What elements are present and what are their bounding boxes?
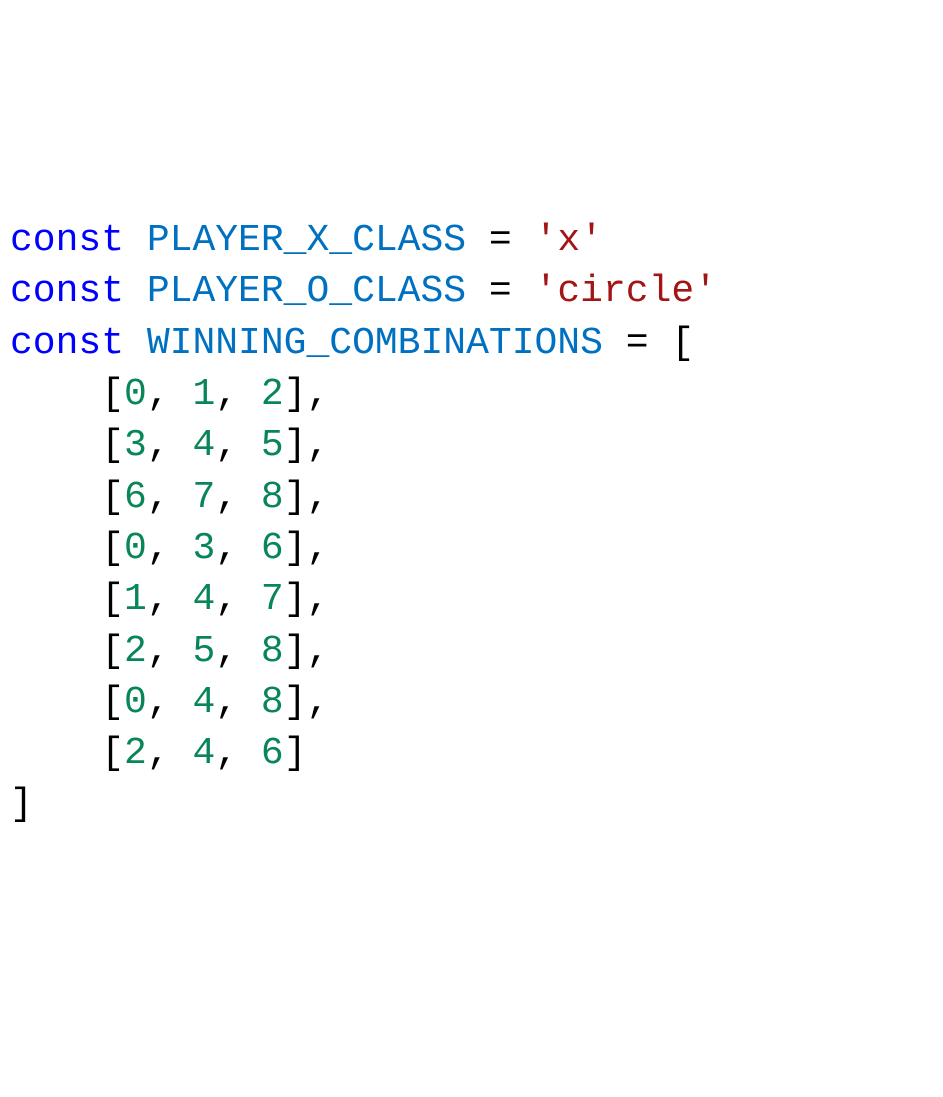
indent: [10, 424, 101, 467]
open-bracket: [: [101, 681, 124, 724]
close-bracket: ]: [284, 373, 307, 416]
comma: ,: [215, 578, 261, 621]
number-literal: 2: [124, 732, 147, 775]
open-bracket: [: [101, 476, 124, 519]
code-line-3: const WINNING_COMBINATIONS = [: [10, 322, 694, 365]
trailing-comma: ,: [307, 681, 330, 724]
array-lines-container: [0, 1, 2], [3, 4, 5], [6, 7, 8], [0, 3, …: [10, 373, 329, 775]
comma: ,: [215, 681, 261, 724]
array-line: [0, 3, 6],: [10, 527, 329, 570]
number-literal: 8: [261, 630, 284, 673]
code-line-2: const PLAYER_O_CLASS = 'circle': [10, 270, 717, 313]
number-literal: 7: [192, 476, 215, 519]
close-bracket: ]: [284, 424, 307, 467]
array-line: [2, 5, 8],: [10, 630, 329, 673]
array-line: [6, 7, 8],: [10, 476, 329, 519]
code-block: const PLAYER_X_CLASS = 'x' const PLAYER_…: [10, 215, 933, 831]
number-literal: 3: [124, 424, 147, 467]
close-bracket: ]: [284, 732, 307, 775]
comma: ,: [215, 732, 261, 775]
close-bracket: ]: [284, 527, 307, 570]
indent: [10, 476, 101, 519]
keyword-const: const: [10, 322, 124, 365]
number-literal: 4: [192, 732, 215, 775]
indent: [10, 578, 101, 621]
keyword-const: const: [10, 219, 124, 262]
indent: [10, 732, 101, 775]
number-literal: 6: [261, 732, 284, 775]
var-winning-combinations: WINNING_COMBINATIONS: [147, 322, 603, 365]
var-player-o-class: PLAYER_O_CLASS: [147, 270, 466, 313]
string-circle: 'circle': [535, 270, 717, 313]
number-literal: 2: [261, 373, 284, 416]
array-line: [2, 4, 6]: [10, 732, 307, 775]
number-literal: 1: [192, 373, 215, 416]
number-literal: 5: [261, 424, 284, 467]
equals-sign: =: [626, 322, 649, 365]
string-x: 'x': [535, 219, 603, 262]
close-bracket: ]: [284, 630, 307, 673]
comma: ,: [147, 732, 193, 775]
close-bracket: ]: [284, 578, 307, 621]
comma: ,: [215, 373, 261, 416]
code-line-1: const PLAYER_X_CLASS = 'x': [10, 219, 603, 262]
code-line-end: ]: [10, 783, 33, 826]
comma: ,: [215, 476, 261, 519]
number-literal: 6: [124, 476, 147, 519]
indent: [10, 681, 101, 724]
indent: [10, 527, 101, 570]
open-bracket: [: [101, 373, 124, 416]
number-literal: 0: [124, 527, 147, 570]
array-line: [0, 1, 2],: [10, 373, 329, 416]
trailing-comma: ,: [307, 578, 330, 621]
trailing-comma: ,: [307, 527, 330, 570]
open-bracket: [: [671, 322, 694, 365]
comma: ,: [215, 630, 261, 673]
comma: ,: [215, 527, 261, 570]
comma: ,: [147, 681, 193, 724]
trailing-comma: ,: [307, 476, 330, 519]
comma: ,: [147, 630, 193, 673]
equals-sign: =: [489, 219, 512, 262]
indent: [10, 373, 101, 416]
open-bracket: [: [101, 578, 124, 621]
number-literal: 5: [192, 630, 215, 673]
comma: ,: [147, 424, 193, 467]
array-line: [0, 4, 8],: [10, 681, 329, 724]
open-bracket: [: [101, 424, 124, 467]
number-literal: 7: [261, 578, 284, 621]
array-line: [3, 4, 5],: [10, 424, 329, 467]
indent: [10, 630, 101, 673]
number-literal: 4: [192, 681, 215, 724]
number-literal: 2: [124, 630, 147, 673]
number-literal: 4: [192, 578, 215, 621]
open-bracket: [: [101, 732, 124, 775]
number-literal: 8: [261, 476, 284, 519]
trailing-comma: ,: [307, 373, 330, 416]
equals-sign: =: [489, 270, 512, 313]
comma: ,: [215, 424, 261, 467]
number-literal: 6: [261, 527, 284, 570]
trailing-comma: ,: [307, 630, 330, 673]
comma: ,: [147, 578, 193, 621]
trailing-comma: ,: [307, 424, 330, 467]
close-bracket: ]: [10, 783, 33, 826]
close-bracket: ]: [284, 476, 307, 519]
number-literal: 8: [261, 681, 284, 724]
close-bracket: ]: [284, 681, 307, 724]
number-literal: 4: [192, 424, 215, 467]
number-literal: 0: [124, 681, 147, 724]
open-bracket: [: [101, 527, 124, 570]
open-bracket: [: [101, 630, 124, 673]
comma: ,: [147, 476, 193, 519]
number-literal: 1: [124, 578, 147, 621]
comma: ,: [147, 527, 193, 570]
comma: ,: [147, 373, 193, 416]
array-line: [1, 4, 7],: [10, 578, 329, 621]
keyword-const: const: [10, 270, 124, 313]
number-literal: 0: [124, 373, 147, 416]
number-literal: 3: [192, 527, 215, 570]
var-player-x-class: PLAYER_X_CLASS: [147, 219, 466, 262]
